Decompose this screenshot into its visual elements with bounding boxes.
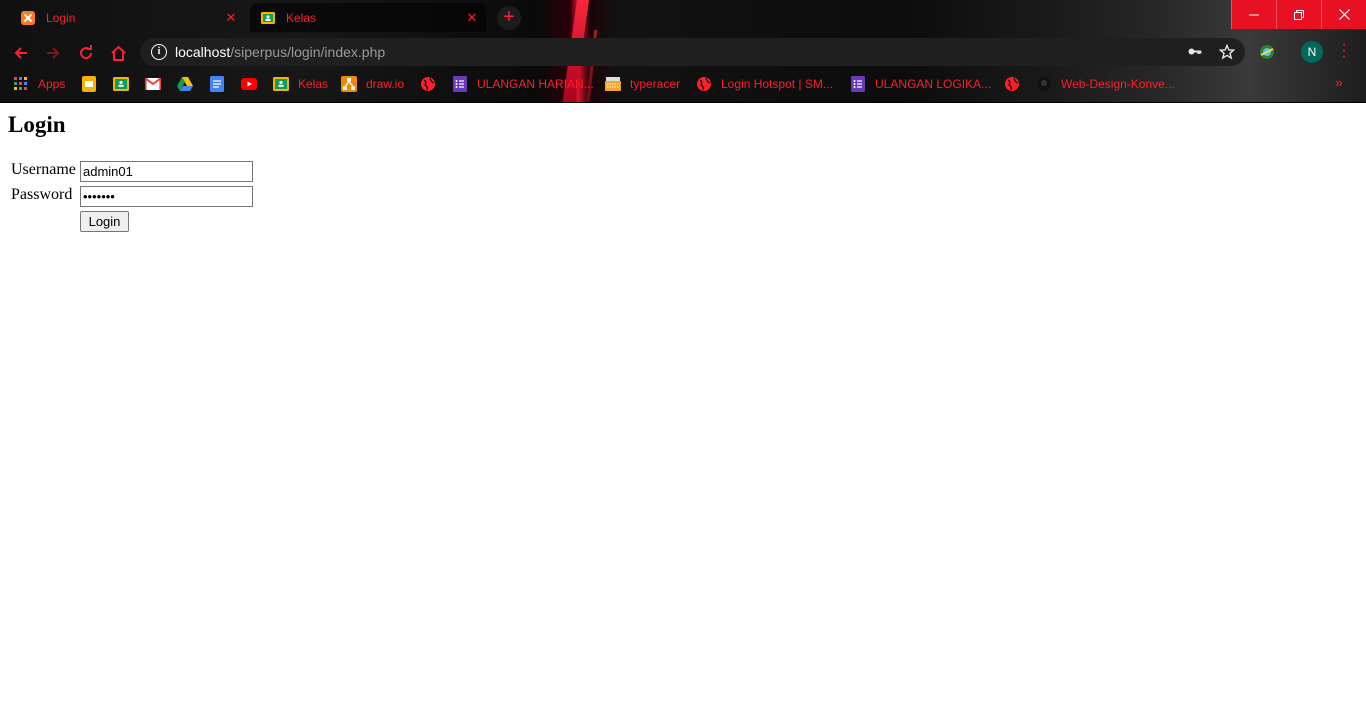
classroom-favicon-icon [260, 10, 276, 26]
slides-icon [81, 76, 97, 92]
bookmark-kelas[interactable]: Kelas [273, 74, 328, 94]
bookmark-classroom[interactable] [113, 74, 138, 94]
bookmark-globe[interactable] [1004, 74, 1029, 94]
bookmark-typeracer[interactable]: typeracer [605, 74, 680, 94]
apps-grid-icon [13, 76, 29, 92]
extension-icon[interactable] [1258, 43, 1276, 61]
page-title: Login [8, 112, 66, 137]
site-info-icon[interactable]: i [151, 44, 167, 60]
github-icon [1036, 76, 1052, 92]
bookmark-label: Kelas [298, 77, 329, 91]
profile-avatar[interactable]: N [1301, 41, 1323, 63]
bookmark-slides[interactable] [81, 74, 106, 94]
bookmark-star-icon[interactable] [1218, 43, 1236, 63]
url-path: /siperpus/login/index.php [230, 44, 386, 60]
classroom-icon [273, 76, 289, 92]
browser-toolbar: i localhost/siperpus/login/index.php N ·… [0, 37, 1366, 68]
password-input[interactable] [80, 186, 253, 207]
bookmark-ulangan-harian[interactable]: ULANGAN HARIAN... [452, 74, 594, 94]
bookmark-youtube[interactable] [241, 74, 266, 94]
browser-chrome: Login ✕ Kelas ✕ + i localhost /siperpus/… [0, 0, 1366, 103]
username-label: Username [11, 161, 76, 178]
bookmark-label: ULANGAN HARIAN... [477, 77, 594, 91]
close-tab-icon[interactable]: ✕ [223, 10, 239, 26]
typeracer-icon [605, 76, 621, 92]
docs-icon [209, 76, 225, 92]
username-input[interactable] [80, 161, 253, 182]
address-bar[interactable]: i localhost/siperpus/login/index.php [140, 38, 1245, 66]
bookmark-docs[interactable] [209, 74, 234, 94]
password-label: Password [11, 186, 73, 203]
tab-kelas[interactable]: Kelas ✕ [250, 3, 486, 32]
forward-arrow-icon[interactable] [40, 40, 66, 66]
bookmark-drawio[interactable]: draw.io [341, 74, 404, 94]
back-arrow-icon[interactable] [8, 40, 34, 66]
chevron-right-icon[interactable]: » [1335, 74, 1343, 90]
bookmark-label: Login Hotspot | SM... [721, 77, 833, 91]
forms-icon [452, 76, 468, 92]
globe-icon [696, 76, 712, 92]
globe-icon [420, 76, 436, 92]
close-window-icon[interactable] [1321, 0, 1366, 29]
bookmark-label: draw.io [366, 77, 405, 91]
globe-icon [1004, 76, 1020, 92]
home-icon[interactable] [105, 40, 131, 66]
bookmark-gmail[interactable] [145, 74, 170, 94]
window-controls [1231, 0, 1366, 29]
bookmark-web-design[interactable]: Web-Design-Konve... [1036, 74, 1175, 94]
bookmark-label: Web-Design-Konve... [1061, 77, 1175, 91]
drawio-icon [341, 76, 357, 92]
youtube-icon [241, 76, 257, 92]
forms-icon [850, 76, 866, 92]
close-tab-icon[interactable]: ✕ [464, 10, 480, 26]
kebab-menu-icon[interactable]: · · · [1338, 37, 1350, 65]
bookmark-label: Apps [38, 77, 66, 91]
bookmarks-bar: Apps Kelas draw.io ULANGAN HARIAN... typ… [0, 74, 1366, 94]
url-host: localhost [175, 44, 231, 60]
login-button[interactable]: Login [80, 211, 129, 232]
classroom-icon [113, 76, 129, 92]
new-tab-button[interactable]: + [497, 6, 521, 30]
tab-login[interactable]: Login ✕ [10, 3, 245, 32]
drive-icon [177, 76, 193, 92]
tab-title: Login [46, 10, 76, 25]
bookmark-globe[interactable] [420, 74, 445, 94]
xampp-favicon-icon [20, 10, 36, 26]
restore-icon[interactable] [1276, 0, 1321, 29]
tab-title: Kelas [286, 10, 317, 25]
minimize-icon[interactable] [1231, 0, 1276, 29]
bookmark-label: typeracer [630, 77, 681, 91]
page-content: Login Username Password Login [0, 103, 1366, 728]
bookmark-drive[interactable] [177, 74, 202, 94]
reload-icon[interactable] [73, 40, 99, 66]
bookmark-apps[interactable]: Apps [13, 74, 65, 94]
gmail-icon [145, 76, 161, 92]
bookmark-login-hotspot[interactable]: Login Hotspot | SM... [696, 74, 833, 94]
bookmark-ulangan-logika[interactable]: ULANGAN LOGIKA... [850, 74, 991, 94]
key-icon[interactable] [1187, 44, 1202, 62]
bookmark-label: ULANGAN LOGIKA... [875, 77, 992, 91]
